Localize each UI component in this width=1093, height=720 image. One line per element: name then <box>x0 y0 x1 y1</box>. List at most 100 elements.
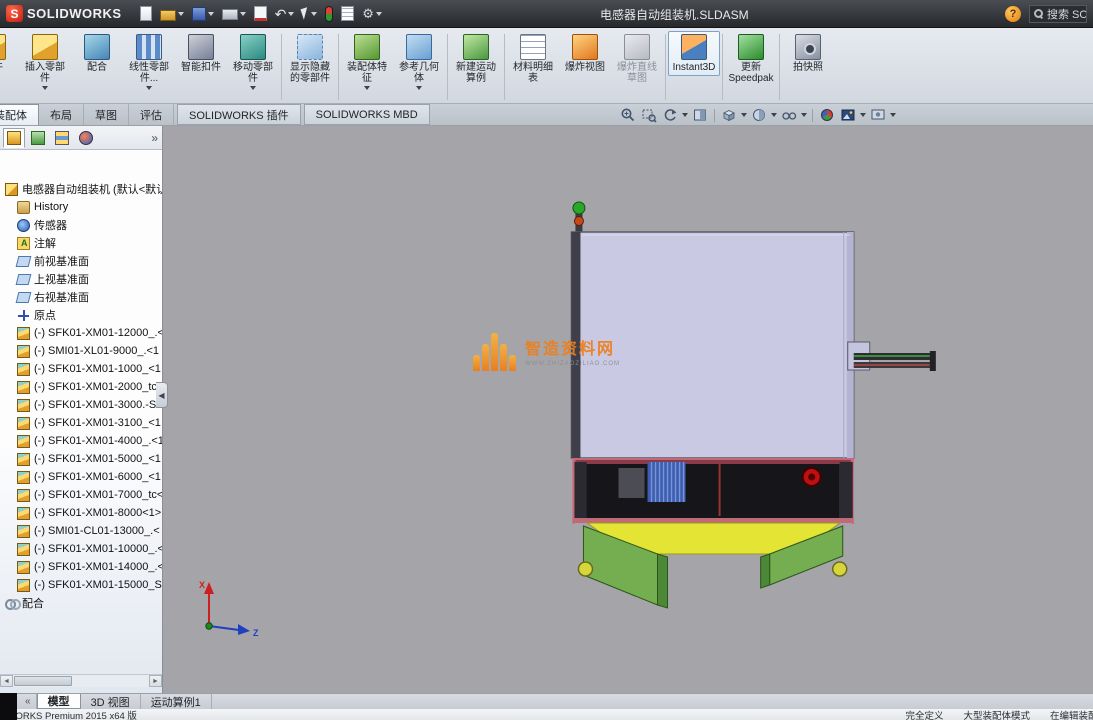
vent-grill[interactable] <box>648 462 686 502</box>
graphics-viewport[interactable]: 智造资料网 WWW.ZHIZAOZILIAO.COM X Z <box>163 126 1093 693</box>
tree-item-component[interactable]: (-) SFK01-XM01-14000_.< <box>3 558 162 576</box>
tree-item-history[interactable]: History <box>3 198 162 216</box>
discharge-chute[interactable] <box>578 523 846 608</box>
tree-item-component[interactable]: (-) SFK01-XM01-12000_.< <box>3 324 162 342</box>
view-orientation-icon[interactable] <box>719 106 739 124</box>
tree-item-component[interactable]: (-) SFK01-XM01-2000_tc< <box>3 378 162 396</box>
tree-item-component[interactable]: (-) SFK01-XM01-1000_<1 <box>3 360 162 378</box>
tab-evaluate[interactable]: 评估 <box>129 104 174 125</box>
scroll-right-arrow[interactable]: ► <box>149 675 162 687</box>
ribbon-button-show-hidden-components[interactable]: 显示隐藏的零部件 <box>284 31 336 87</box>
tree-item-component[interactable]: (-) SFK01-XM01-15000_S <box>3 576 162 594</box>
tab-solidworks-addins[interactable]: SOLIDWORKS 插件 <box>177 104 301 125</box>
zoom-fit-icon[interactable] <box>618 106 638 124</box>
view-settings-icon[interactable] <box>868 106 888 124</box>
ribbon-button-new-motion-study[interactable]: 新建运动算例 <box>450 31 502 87</box>
tab-layout[interactable]: 布局 <box>39 104 84 125</box>
base-frame[interactable] <box>572 458 853 524</box>
side-rail[interactable] <box>848 342 936 371</box>
previous-view-icon[interactable] <box>660 106 680 124</box>
tree-item-mates[interactable]: 配合 <box>3 594 162 612</box>
ribbon-button-update-speedpak[interactable]: 更新Speedpak <box>725 31 777 87</box>
scroll-left-arrow[interactable]: ◄ <box>0 675 13 687</box>
options-button[interactable]: ⚙ <box>358 3 386 25</box>
tree-item-component[interactable]: (-) SFK01-XM01-10000_.< <box>3 540 162 558</box>
assembly-model[interactable] <box>163 126 1093 693</box>
tree-item-component[interactable]: (-) SMI01-CL01-13000_.< <box>3 522 162 540</box>
new-document-button[interactable] <box>136 3 156 25</box>
featuremanager-tab[interactable] <box>3 128 25 148</box>
print-button[interactable] <box>218 3 250 25</box>
hide-show-items-icon[interactable] <box>779 106 799 124</box>
scrollbar-track[interactable] <box>13 675 149 687</box>
tab-solidworks-mbd[interactable]: SOLIDWORKS MBD <box>304 104 430 125</box>
doc-tab-model[interactable]: 模型 <box>37 694 81 709</box>
rebuild-button[interactable] <box>321 3 337 25</box>
tab-scroll-left[interactable]: « <box>20 694 37 709</box>
tree-item-annotations[interactable]: 注解 <box>3 234 162 252</box>
zoom-area-icon[interactable] <box>639 106 659 124</box>
ribbon-button-exploded-view[interactable]: 爆炸视图 <box>559 31 611 76</box>
doc-tab-3d-views[interactable]: 3D 视图 <box>81 694 141 709</box>
tree-item-component[interactable]: (-) SFK01-XM01-3100_<1 <box>3 414 162 432</box>
search-input[interactable]: 搜索 SO <box>1029 5 1087 23</box>
tree-item-front-plane[interactable]: 前视基准面 <box>3 252 162 270</box>
ribbon-button-smart-fasteners[interactable]: 智能扣件 <box>175 31 227 76</box>
ribbon-button-label: 零件 <box>0 62 3 73</box>
section-view-icon[interactable] <box>690 106 710 124</box>
ribbon-button-explode-line-sketch[interactable]: 爆炸直线草图 <box>611 31 663 87</box>
help-icon[interactable]: ? <box>1005 6 1021 22</box>
undo-button[interactable]: ↶ <box>271 3 299 25</box>
ribbon-button-move-component[interactable]: 移动零部件 <box>227 31 279 93</box>
display-style-icon[interactable] <box>749 106 769 124</box>
doc-tab-motion-study[interactable]: 运动算例1 <box>141 694 212 709</box>
ribbon-button-edit-component[interactable]: 零件 <box>0 31 19 82</box>
edit-appearance-icon[interactable] <box>817 106 837 124</box>
panel-expand-chevron[interactable]: » <box>151 131 158 145</box>
ribbon-button-bill-of-materials[interactable]: 材料明细表 <box>507 31 559 87</box>
propertymanager-tab[interactable] <box>27 128 49 148</box>
tree-item-top-plane[interactable]: 上视基准面 <box>3 270 162 288</box>
displaymanager-tab[interactable] <box>75 128 97 148</box>
select-button[interactable] <box>298 3 321 25</box>
ribbon-button-mate[interactable]: 配合 <box>71 31 123 76</box>
tree-item-right-plane[interactable]: 右视基准面 <box>3 288 162 306</box>
ribbon-button-take-snapshot[interactable]: 拍快照 <box>782 31 834 76</box>
tree-horizontal-scrollbar[interactable]: ◄ ► <box>0 674 162 687</box>
spell-check-button[interactable] <box>250 3 271 25</box>
tree-item-component[interactable]: (-) SFK01-XM01-6000_<1 <box>3 468 162 486</box>
part-icon <box>17 363 30 376</box>
ribbon-button-instant3d[interactable]: Instant3D <box>668 31 720 76</box>
tree-item-origin[interactable]: 原点 <box>3 306 162 324</box>
tree-item-component[interactable]: (-) SFK01-XM01-7000_tc< <box>3 486 162 504</box>
ribbon-separator <box>722 34 723 100</box>
open-icon <box>160 10 176 21</box>
open-button[interactable] <box>156 3 188 25</box>
tree-item-sensors[interactable]: 传感器 <box>3 216 162 234</box>
ribbon-button-assembly-features[interactable]: 装配体特征 <box>341 31 393 93</box>
tree-root-item[interactable]: 电感器自动组装机 (默认<默认 <box>3 180 162 198</box>
ribbon-button-linear-component-pattern[interactable]: 线性零部件... <box>123 31 175 93</box>
edit-component-icon <box>0 34 6 60</box>
ribbon-button-insert-components[interactable]: 插入零部件 <box>19 31 71 93</box>
part-icon <box>17 489 30 502</box>
tree-item-component[interactable]: (-) SFK01-XM01-5000_<1 <box>3 450 162 468</box>
file-properties-button[interactable] <box>337 3 358 25</box>
propertymanager-icon <box>31 131 45 145</box>
save-button[interactable] <box>188 3 218 25</box>
apply-scene-icon[interactable] <box>838 106 858 124</box>
configurationmanager-tab[interactable] <box>51 128 73 148</box>
tree-item-component[interactable]: (-) SFK01-XM01-8000<1> <box>3 504 162 522</box>
scrollbar-thumb[interactable] <box>14 676 72 686</box>
ribbon-button-reference-geometry[interactable]: 参考几何体 <box>393 31 445 93</box>
tree-item-component[interactable]: (-) SMI01-XL01-9000_.<1 <box>3 342 162 360</box>
tab-assembly[interactable]: 装配体 <box>0 104 39 125</box>
panel-collapse-handle[interactable]: ◀ <box>156 382 168 408</box>
tree-item-component[interactable]: (-) SFK01-XM01-4000_.<1 <box>3 432 162 450</box>
tab-sketch[interactable]: 草图 <box>84 104 129 125</box>
dropdown-arrow-icon <box>771 113 777 117</box>
tree-item-component[interactable]: (-) SFK01-XM01-3000.-SD <box>3 396 162 414</box>
assembly-features-icon <box>354 34 380 60</box>
stack-light[interactable] <box>573 202 585 234</box>
displaymanager-icon <box>79 131 93 145</box>
